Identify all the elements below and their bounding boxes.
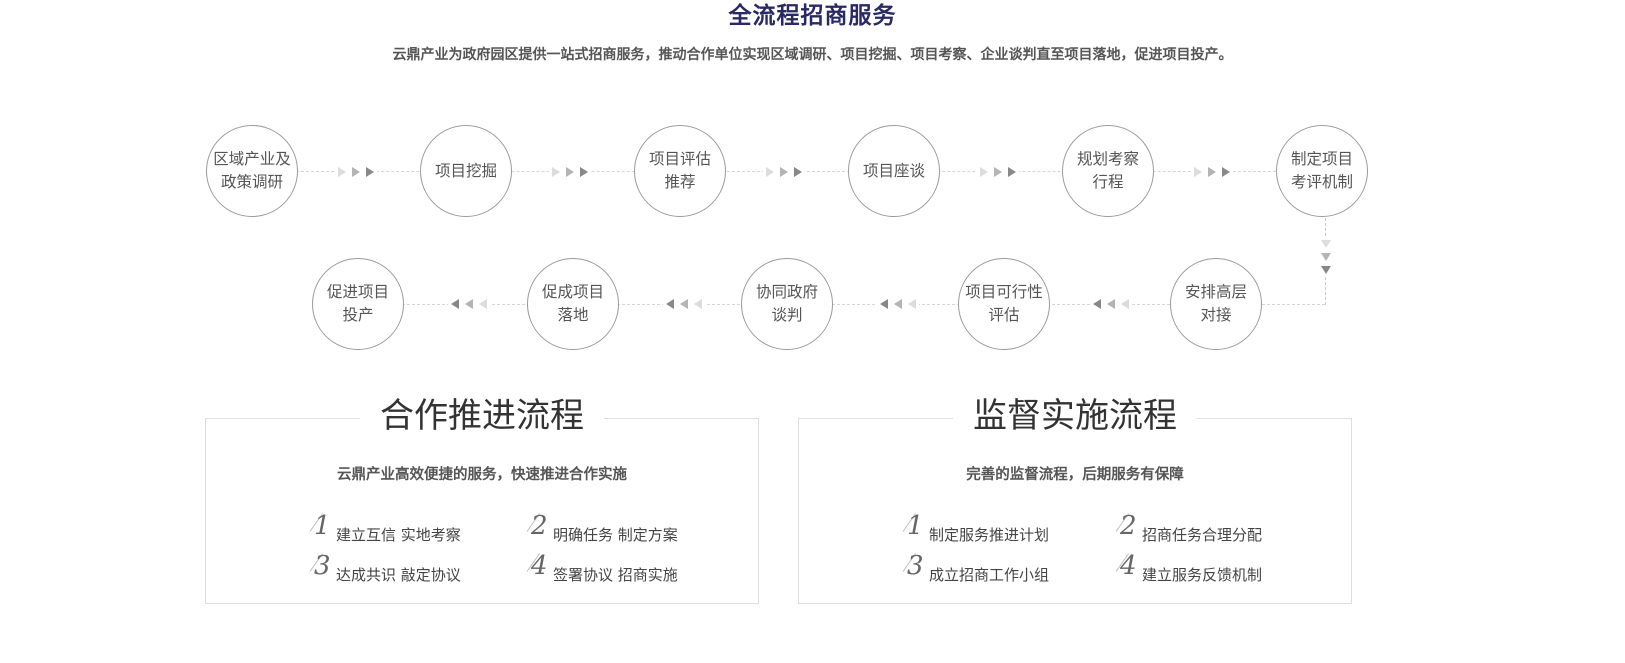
item-text: 明确任务 制定方案 (553, 526, 678, 544)
item-text: 成立招商工作小组 (929, 566, 1050, 584)
item-number: 3 (907, 551, 924, 581)
step-label-line2: 行程 (1092, 173, 1124, 191)
flow-step: 协同政府 谈判 (741, 258, 833, 350)
arrow-right-icon (549, 165, 591, 179)
supervision-subtitle: 完善的监督流程，后期服务有保障 (966, 467, 1184, 483)
flow-step: 项目评估 推荐 (634, 125, 726, 217)
step-label-line2: 落地 (557, 306, 589, 324)
flow-step: 促成项目 落地 (527, 258, 619, 350)
step-label-line2: 对接 (1200, 306, 1232, 324)
arrow-right-icon (977, 165, 1019, 179)
item-text: 制定服务推进计划 (929, 526, 1050, 544)
item-text: 签署协议 招商实施 (553, 566, 678, 584)
arrow-right-icon (335, 165, 377, 179)
supervision-item: 4 建立服务反馈机制 (1115, 551, 1263, 587)
flow-step: 制定项目 考评机制 (1276, 125, 1368, 217)
step-label-line2: 考评机制 (1290, 173, 1353, 191)
step-label-line1: 制定项目 (1290, 150, 1353, 168)
item-text: 达成共识 敲定协议 (336, 566, 461, 584)
step-label-line2: 政策调研 (220, 173, 283, 191)
flow-step: 区域产业及 政策调研 (206, 125, 298, 217)
item-number: 2 (1120, 511, 1137, 541)
item-number: 4 (1120, 551, 1137, 581)
step-label-line1: 区域产业及 (213, 150, 291, 168)
step-label-line1: 项目评估 (648, 150, 711, 168)
flow-step: 规划考察 行程 (1062, 125, 1154, 217)
supervision-item: 2 招商任务合理分配 (1115, 511, 1263, 547)
step-label-line1: 项目挖掘 (434, 161, 497, 180)
supervision-item: 1 制定服务推进计划 (902, 511, 1050, 547)
arrow-right-icon (1191, 165, 1233, 179)
step-label-line1: 促进项目 (326, 283, 389, 301)
item-text: 招商任务合理分配 (1142, 526, 1263, 544)
arrow-down-icon (1320, 238, 1332, 276)
step-label-line1: 项目座谈 (862, 161, 925, 180)
cooperation-panel: 合作推进流程 云鼎产业高效便捷的服务，快速推进合作实施 1 建立互信 实地考察 … (205, 394, 759, 604)
item-text: 建立服务反馈机制 (1142, 566, 1263, 584)
arrow-left-icon (1090, 297, 1132, 311)
supervision-title: 监督实施流程 (953, 394, 1197, 438)
cooperation-item: 4 签署协议 招商实施 (526, 551, 678, 587)
item-number: 3 (314, 551, 331, 581)
item-number: 2 (531, 511, 548, 541)
cooperation-item: 1 建立互信 实地考察 (309, 511, 461, 547)
arrow-left-icon (663, 297, 705, 311)
step-label-line1: 项目可行性 (965, 283, 1043, 301)
step-label-line2: 投产 (342, 306, 374, 324)
item-number: 1 (314, 511, 331, 541)
step-label-line2: 推荐 (664, 173, 696, 191)
flow-step: 项目座谈 (848, 125, 940, 217)
cooperation-item: 3 达成共识 敲定协议 (309, 551, 461, 587)
process-flow: 区域产业及政策调研 项目挖掘 项目评估推荐 项目座谈 规划考察行程 制定项目考评… (0, 0, 1625, 360)
step-label-line1: 促成项目 (541, 283, 604, 301)
arrow-right-icon (763, 165, 805, 179)
item-text: 建立互信 实地考察 (336, 526, 461, 544)
step-label-line1: 规划考察 (1076, 150, 1139, 168)
cooperation-item: 2 明确任务 制定方案 (526, 511, 678, 547)
supervision-panel: 监督实施流程 完善的监督流程，后期服务有保障 1 制定服务推进计划 2 招商任务… (798, 394, 1352, 604)
flow-step: 项目可行性 评估 (958, 258, 1050, 350)
step-label-line1: 安排高层 (1184, 283, 1247, 301)
flow-step: 项目挖掘 (420, 125, 512, 217)
item-number: 4 (531, 551, 548, 581)
cooperation-title: 合作推进流程 (360, 394, 604, 438)
arrow-left-icon (877, 297, 919, 311)
step-label-line2: 谈判 (771, 306, 803, 324)
cooperation-subtitle: 云鼎产业高效便捷的服务，快速推进合作实施 (337, 467, 627, 483)
flow-step: 促进项目 投产 (312, 258, 404, 350)
arrow-left-icon (448, 297, 490, 311)
flow-step: 安排高层 对接 (1170, 258, 1262, 350)
step-label-line1: 协同政府 (755, 283, 818, 301)
supervision-item: 3 成立招商工作小组 (902, 551, 1050, 587)
item-number: 1 (907, 511, 924, 541)
step-label-line2: 评估 (988, 306, 1020, 324)
